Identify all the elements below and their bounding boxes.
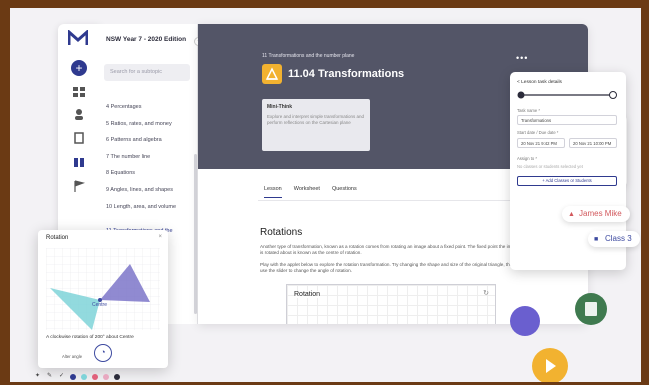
section-title: Rotations xyxy=(260,227,303,238)
lesson-title: 11.04 Transformations xyxy=(288,68,405,80)
tab-questions[interactable]: Questions xyxy=(332,186,357,198)
dates-label: Start date / Due date * xyxy=(517,130,559,135)
refresh-icon[interactable]: ↻ xyxy=(483,289,489,297)
select-tool-icon[interactable]: ✦ xyxy=(34,373,41,380)
flag-icon[interactable] xyxy=(72,180,86,192)
tab-lesson[interactable]: Lesson xyxy=(264,186,282,198)
chapter-item[interactable]: 10 Length, area, and volume xyxy=(106,204,188,211)
user-icon[interactable] xyxy=(72,108,86,120)
marker-tool-icon[interactable]: ✓ xyxy=(58,373,65,380)
add-icon[interactable]: + xyxy=(71,60,87,76)
student-name: James Mike xyxy=(579,209,622,218)
grid-icon[interactable] xyxy=(72,86,86,98)
chapter-item[interactable]: 8 Equations xyxy=(106,170,188,177)
color-swatch[interactable] xyxy=(114,373,120,380)
slider-label: Alter angle xyxy=(62,354,83,359)
start-date-field[interactable]: 20 Nov 21 9:42 PM xyxy=(517,138,565,148)
angle-dial-icon[interactable]: ◔ xyxy=(94,344,112,362)
panel-heading[interactable]: < Lesson task details xyxy=(517,80,562,85)
more-options-icon[interactable]: ••• xyxy=(516,53,528,63)
mini-think-card: Mini-Think Explore and interpret simple … xyxy=(262,99,370,151)
mini-think-heading: Mini-Think xyxy=(267,104,292,110)
pen-tool-icon[interactable]: ✎ xyxy=(46,373,53,380)
color-swatch[interactable] xyxy=(92,373,98,380)
centre-label: Centre xyxy=(92,302,107,308)
chapter-item[interactable]: 4 Percentages xyxy=(106,104,188,111)
mini-think-text: Explore and interpret simple transformat… xyxy=(267,114,365,125)
chapter-item[interactable]: 7 The number line xyxy=(106,154,188,161)
logo-icon xyxy=(68,30,88,45)
group-icon: ■ xyxy=(594,236,599,243)
tab-worksheet[interactable]: Worksheet xyxy=(294,186,320,198)
decorative-bubble xyxy=(510,306,540,336)
color-swatch[interactable] xyxy=(103,373,109,380)
rotation-applet[interactable]: Rotation ↻ xyxy=(286,284,496,324)
breadcrumb[interactable]: 11 Transformations and the number plane xyxy=(262,53,354,59)
sidebar-scrollbar[interactable] xyxy=(194,154,197,314)
app-frame: + NSW Year 7 - 2020 Edition Search for a… xyxy=(10,8,641,382)
class-name: Class 3 xyxy=(605,234,632,243)
task-name-field[interactable]: Transformations xyxy=(517,115,617,125)
chapter-item[interactable]: 5 Ratios, rates, and money xyxy=(106,121,188,128)
class-chip[interactable]: ■ Class 3 xyxy=(588,231,640,247)
assign-label: Assign to * xyxy=(517,156,538,161)
add-classes-button[interactable]: + Add Classes or Students xyxy=(517,176,617,186)
student-chip[interactable]: ▲ James Mike xyxy=(562,206,630,222)
lesson-badge-icon xyxy=(262,64,282,84)
paragraph: Another type of transformation, known as… xyxy=(260,244,520,255)
due-date-field[interactable]: 20 Nov 21 10:00 PM xyxy=(569,138,617,148)
applet-title: Rotation xyxy=(294,291,321,298)
book-bubble-icon xyxy=(575,293,607,325)
progress-stepper xyxy=(517,91,617,99)
assign-hint: No classes or students selected yet xyxy=(517,164,583,169)
lesson-tabs: Lesson Worksheet Questions xyxy=(264,186,357,198)
rotation-graph[interactable]: Centre xyxy=(46,248,160,330)
color-swatch[interactable] xyxy=(70,373,76,380)
popup-title: Rotation xyxy=(46,235,69,241)
subtopic-search-input[interactable]: Search for a subtopic xyxy=(104,64,190,81)
paragraph: Play with the applet below to explore th… xyxy=(260,262,515,273)
book-icon[interactable] xyxy=(72,132,86,144)
rotation-caption: A clockwise rotation of 200° about Centr… xyxy=(46,335,134,340)
edition-title: NSW Year 7 - 2020 Edition xyxy=(106,36,187,43)
person-icon: ▲ xyxy=(568,211,575,218)
task-name-label: Task name * xyxy=(517,108,541,113)
color-swatch[interactable] xyxy=(81,373,87,380)
play-button-icon[interactable] xyxy=(532,348,568,382)
close-icon[interactable]: × xyxy=(158,234,162,240)
chapter-item[interactable]: 9 Angles, lines, and shapes xyxy=(106,187,188,194)
drawing-toolbar: ✦ ✎ ✓ xyxy=(34,373,120,380)
library-icon[interactable] xyxy=(72,156,86,168)
rotation-popup: Rotation × Centre A clockwise rotation o… xyxy=(38,230,168,368)
chapter-item[interactable]: 6 Patterns and algebra xyxy=(106,137,188,144)
